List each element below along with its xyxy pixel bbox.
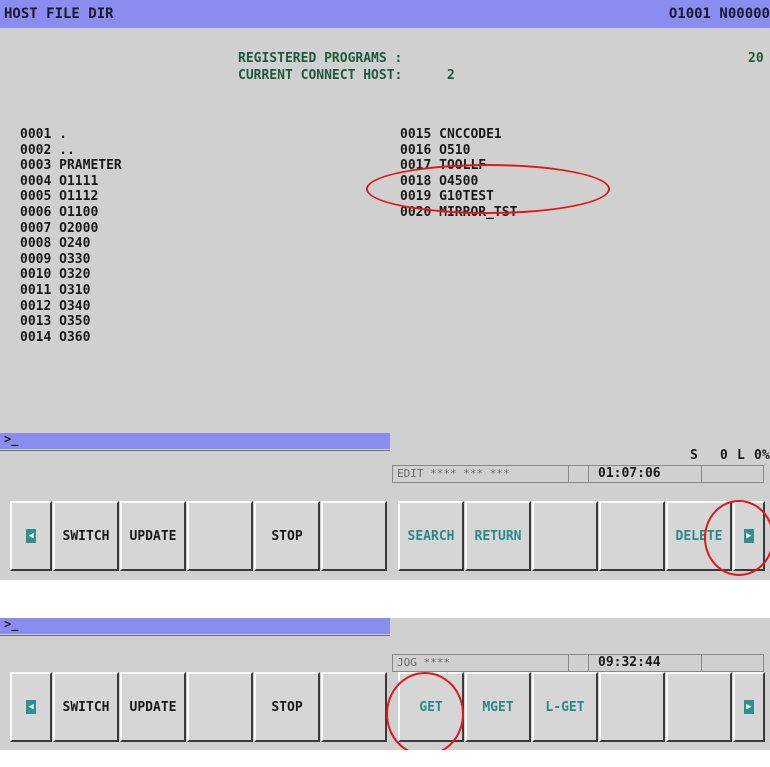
command-input[interactable]: >_ [0,432,390,449]
annotation-circle-o4500 [366,164,610,214]
file-entry[interactable]: 0016 O510 [400,143,517,159]
left-arrow-icon: ◀ [26,529,36,543]
current-host-label: CURRENT CONNECT HOST: [238,68,403,83]
divider [0,635,390,636]
input-prompt: >_ [4,432,19,446]
softkey-stop[interactable]: STOP [254,501,320,571]
file-entry[interactable]: 0007 O2000 [20,221,122,237]
right-arrow-icon: ▶ [744,700,754,714]
file-entry[interactable]: 0014 O360 [20,330,122,346]
softkey-blank[interactable] [532,501,598,571]
file-entry[interactable]: 0006 O1100 [20,205,122,221]
command-input[interactable]: >_ [0,618,390,634]
softkey-blank[interactable] [599,672,665,742]
load-value: 0% [754,448,770,463]
softkey-mget[interactable]: MGET [465,672,531,742]
load-label: L [737,448,745,463]
file-entry[interactable]: 0004 O1111 [20,174,122,190]
annotation-circle-get-key [386,672,464,750]
mode-indicator: JOG **** [397,656,450,669]
file-entry[interactable]: 0001 . [20,127,122,143]
file-entry[interactable]: 0009 O330 [20,252,122,268]
screen-title: HOST FILE DIR [4,6,114,22]
softkey-next[interactable]: ▶ [733,672,765,742]
file-entry[interactable]: 0015 CNCCODE1 [400,127,517,143]
program-number: O1001 N00000 [668,6,770,22]
title-bar: HOST FILE DIR O1001 N00000 [0,0,770,28]
softkey-prev[interactable]: ◀ [10,501,52,571]
left-arrow-icon: ◀ [26,700,36,714]
current-host-value: 2 [447,68,455,83]
softkey-search[interactable]: SEARCH [398,501,464,571]
file-list-left: 0001 . 0002 .. 0003 PRAMETER 0004 O1111 … [20,127,122,345]
softkey-update[interactable]: UPDATE [120,501,186,571]
file-entry[interactable]: 0013 O350 [20,314,122,330]
file-entry[interactable]: 0003 PRAMETER [20,158,122,174]
file-entry[interactable]: 0008 O240 [20,236,122,252]
divider [0,450,390,451]
spindle-value: 0 [720,448,728,463]
file-entry[interactable]: 0011 O310 [20,283,122,299]
clock: 01:07:06 [598,466,661,481]
registered-programs-label: REGISTERED PROGRAMS : [238,51,403,66]
host-file-dir-screen: HOST FILE DIR O1001 N00000 REGISTERED PR… [0,0,770,580]
softkey-l-get[interactable]: L-GET [532,672,598,742]
softkey-blank[interactable] [187,672,253,742]
file-entry[interactable]: 0002 .. [20,143,122,159]
softkey-stop[interactable]: STOP [254,672,320,742]
softkey-blank[interactable] [321,501,387,571]
file-entry[interactable]: 0012 O340 [20,299,122,315]
registered-programs-value: 20 [748,51,764,66]
softkey-switch[interactable]: SWITCH [53,501,119,571]
softkey-blank[interactable] [599,501,665,571]
softkey-blank[interactable] [321,672,387,742]
softkey-blank[interactable] [187,501,253,571]
annotation-circle-next-key [704,500,770,576]
file-entry[interactable]: 0010 O320 [20,267,122,283]
softkey-row: ◀ SWITCH UPDATE STOP SEARCH RETURN DELET… [0,501,770,577]
softkey-return[interactable]: RETURN [465,501,531,571]
softkey-row: ◀ SWITCH UPDATE STOP GET MGET L-GET ▶ [0,672,770,748]
status-bar: JOG **** 09:32:44 [392,654,764,672]
softkey-prev[interactable]: ◀ [10,672,52,742]
softkey-update[interactable]: UPDATE [120,672,186,742]
softkey-blank[interactable] [666,672,732,742]
spindle-label: S [690,448,698,463]
jog-mode-softkey-screen: >_ JOG **** 09:32:44 ◀ SWITCH UPDATE STO… [0,618,770,750]
softkey-switch[interactable]: SWITCH [53,672,119,742]
mode-indicator: EDIT **** *** *** [397,467,510,480]
input-prompt: >_ [4,618,19,631]
clock: 09:32:44 [598,655,661,670]
file-entry[interactable]: 0005 O1112 [20,189,122,205]
status-bar: EDIT **** *** *** 01:07:06 [392,465,764,483]
